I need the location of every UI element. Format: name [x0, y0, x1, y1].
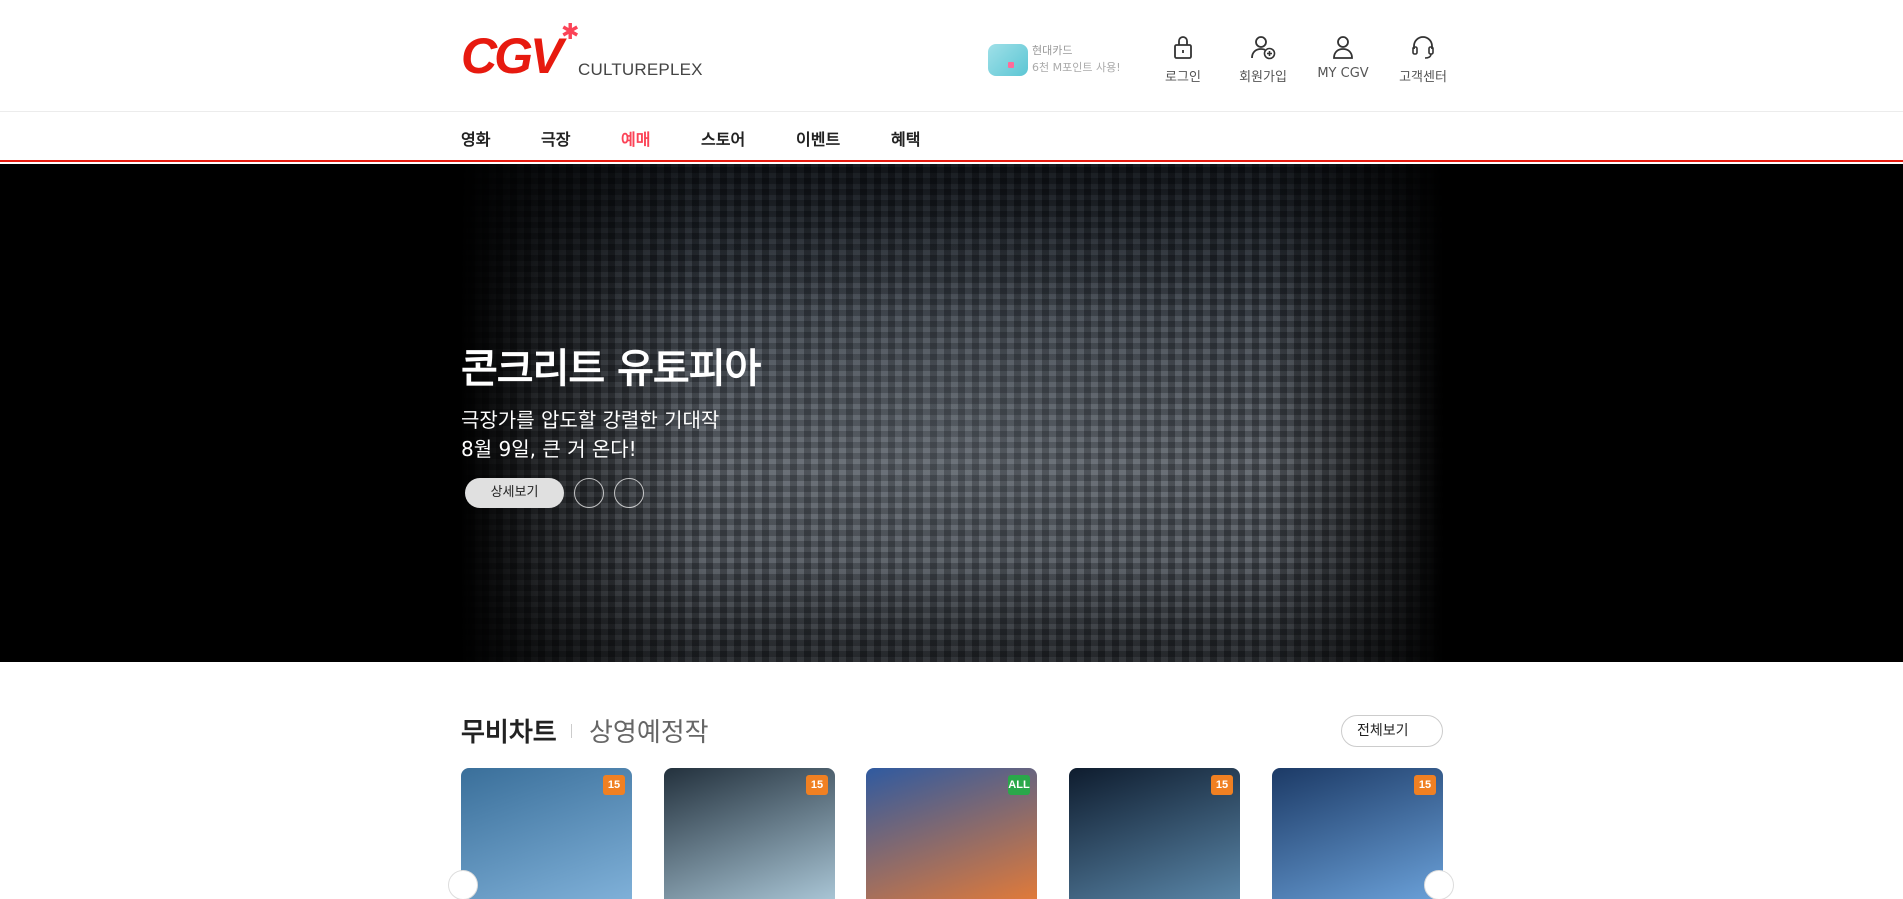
- hero-title: 콘크리트 유토피아: [461, 346, 761, 392]
- nav-item-theater[interactable]: 극장: [541, 126, 570, 150]
- movie-poster[interactable]: 15: [664, 768, 835, 899]
- login-button[interactable]: 로그인: [1148, 34, 1218, 90]
- hero-subtitle-1: 극장가를 압도할 강렬한 기대작: [461, 408, 720, 432]
- hero-play-button[interactable]: [574, 478, 604, 508]
- login-label: 로그인: [1165, 70, 1201, 85]
- my-cgv-button[interactable]: MY CGV: [1308, 34, 1378, 90]
- hero-subtitle-2: 8월 9일, 큰 거 온다!: [461, 437, 637, 461]
- movie-poster[interactable]: 15: [461, 768, 632, 899]
- customer-center-label: 고객센터: [1399, 70, 1447, 85]
- poster-list: 15 15 ALL 15 15: [461, 768, 1443, 899]
- nav-item-event[interactable]: 이벤트: [796, 126, 840, 150]
- cgv-logo[interactable]: CGV ✱: [461, 22, 581, 85]
- tab-movie-chart[interactable]: 무비차트: [461, 712, 557, 749]
- header: CGV ✱ CULTUREPLEX 현대카드 6천 M포인트 사용! 로그인 회…: [0, 0, 1903, 112]
- movie-poster[interactable]: 15: [1069, 768, 1240, 899]
- main-nav: 영화 극장 예매 스토어 이벤트 혜택: [0, 112, 1903, 162]
- promo-line-1: 현대카드: [1032, 44, 1073, 57]
- hyundai-card-promo[interactable]: 현대카드 6천 M포인트 사용!: [988, 40, 1121, 80]
- nav-item-booking[interactable]: 예매: [621, 126, 650, 150]
- movie-poster[interactable]: 15: [1272, 768, 1443, 899]
- lock-icon: [1174, 36, 1192, 59]
- movie-chart-header: 무비차트 상영예정작 전체보기: [461, 712, 1443, 752]
- signup-button[interactable]: 회원가입: [1228, 34, 1298, 90]
- hero-banner: 콘크리트 유토피아 극장가를 압도할 강렬한 기대작 8월 9일, 큰 거 온다…: [0, 164, 1903, 662]
- signup-label: 회원가입: [1239, 70, 1287, 85]
- cultureplex-label: CULTUREPLEX: [578, 60, 703, 79]
- prev-arrow-button[interactable]: [448, 870, 478, 899]
- age-rating-badge: 15: [603, 775, 625, 795]
- logo-text: CGV: [461, 28, 563, 84]
- age-rating-badge: 15: [1414, 775, 1436, 795]
- nav-item-movie[interactable]: 영화: [461, 126, 490, 150]
- card-icon: [988, 44, 1028, 76]
- my-cgv-label: MY CGV: [1317, 66, 1369, 81]
- hero-detail-button[interactable]: 상세보기: [465, 478, 564, 508]
- nav-item-benefit[interactable]: 혜택: [891, 126, 920, 150]
- movie-poster[interactable]: ALL: [866, 768, 1037, 899]
- next-arrow-button[interactable]: [1424, 870, 1454, 899]
- view-all-button[interactable]: 전체보기: [1341, 715, 1443, 747]
- age-rating-badge: ALL: [1008, 775, 1030, 795]
- age-rating-badge: 15: [806, 775, 828, 795]
- user-icon: [1333, 36, 1353, 59]
- user-add-icon: [1251, 36, 1276, 60]
- tab-upcoming[interactable]: 상영예정작: [589, 712, 709, 749]
- nav-item-store[interactable]: 스토어: [701, 126, 745, 150]
- logo-star-icon: ✱: [561, 20, 580, 45]
- promo-line-2: 6천 M포인트 사용!: [1032, 61, 1121, 74]
- customer-center-button[interactable]: 고객센터: [1388, 34, 1458, 90]
- hero-sound-button[interactable]: [614, 478, 644, 508]
- headset-icon: [1412, 36, 1434, 59]
- tab-divider: [571, 724, 572, 738]
- age-rating-badge: 15: [1211, 775, 1233, 795]
